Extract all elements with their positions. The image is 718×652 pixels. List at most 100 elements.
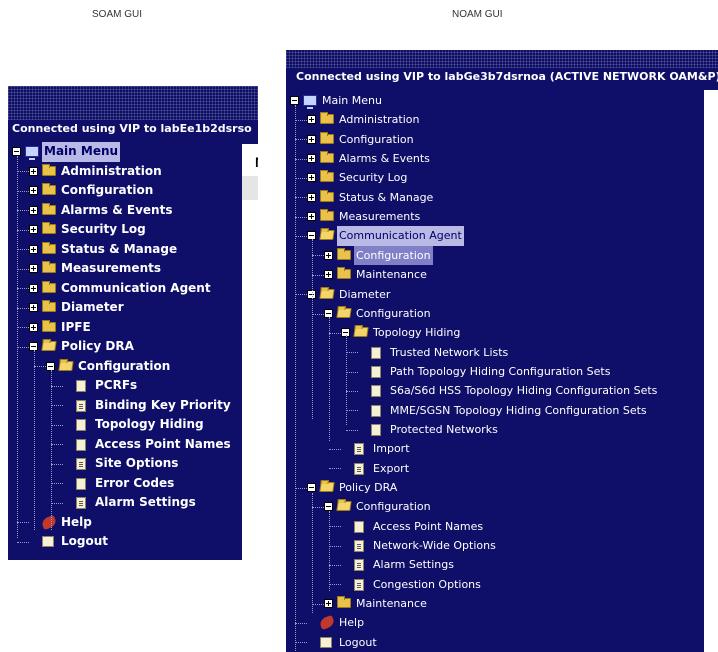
expand-icon[interactable] <box>29 166 38 176</box>
page-icon <box>371 423 381 436</box>
folder-icon <box>42 300 56 312</box>
soam-menu-label: Topology Hiding <box>95 417 204 431</box>
tree-connector <box>17 307 29 309</box>
page-icon <box>354 520 364 533</box>
tree-connector <box>295 236 307 238</box>
page-icon <box>371 385 381 398</box>
tree-connector <box>312 274 324 276</box>
folder-icon <box>42 280 56 293</box>
noam-menu-label: Configuration <box>354 245 433 266</box>
noam-menu-label: Logout <box>339 635 377 649</box>
noam-menu-label: Import <box>373 442 410 456</box>
tree-connector <box>329 468 341 470</box>
soam-menu-label: IPFE <box>61 319 91 334</box>
help-icon <box>318 615 336 631</box>
noam-menu-label: S6a/S6d HSS Topology Hiding Configuratio… <box>390 384 658 398</box>
tree-connector <box>295 178 307 180</box>
soam-menu-label: Administration <box>61 163 162 178</box>
tree-connector <box>312 255 324 257</box>
page-icon <box>76 477 86 490</box>
lined-page-icon <box>76 458 86 470</box>
tree-connector <box>51 483 63 485</box>
expand-icon[interactable] <box>307 154 316 164</box>
expand-icon[interactable] <box>307 173 316 183</box>
soam-content-pane: M <box>242 144 258 560</box>
noam-menu-label: Alarm Settings <box>373 558 454 572</box>
expand-icon[interactable] <box>307 212 316 222</box>
soam-menu-label: Status & Manage <box>61 241 178 256</box>
expand-icon[interactable] <box>29 205 38 215</box>
folder-icon <box>42 163 56 176</box>
expand-icon[interactable] <box>29 303 38 312</box>
page-icon <box>76 380 86 392</box>
logout-icon <box>42 536 54 547</box>
expand-icon[interactable] <box>324 270 333 280</box>
tree-connector <box>295 139 307 141</box>
expand-icon[interactable] <box>29 322 38 332</box>
tree-connector <box>329 332 341 334</box>
tree-connector <box>312 493 313 613</box>
collapse-icon[interactable] <box>324 502 333 512</box>
folder-icon <box>320 151 334 164</box>
page-icon <box>76 438 86 451</box>
tree-connector <box>51 370 52 530</box>
tree-connector <box>34 366 46 368</box>
expand-icon[interactable] <box>324 250 333 260</box>
tree-connector <box>51 463 63 465</box>
tree-connector <box>17 156 18 538</box>
tree-connector <box>346 335 347 425</box>
tree-connector <box>17 171 29 173</box>
soam-menu-label: Configuration <box>78 358 171 373</box>
page-icon <box>371 346 381 359</box>
collapse-icon[interactable] <box>12 147 21 156</box>
tree-connector <box>17 288 29 290</box>
page-icon <box>371 365 381 378</box>
noam-menu-label: Congestion Options <box>373 577 481 591</box>
collapse-icon[interactable] <box>307 483 316 492</box>
tree-connector <box>346 352 358 354</box>
folder-icon <box>320 131 334 144</box>
noam-menu-label: Topology Hiding <box>373 326 461 340</box>
noam-menu-label: MME/SGSN Topology Hiding Configuration S… <box>390 403 647 417</box>
folder-icon <box>42 241 56 254</box>
folder-icon <box>337 596 351 609</box>
expand-icon[interactable] <box>307 115 316 125</box>
tree-connector <box>295 623 307 625</box>
page-icon <box>371 404 381 417</box>
tree-connector <box>17 268 29 270</box>
tree-connector <box>295 197 307 199</box>
tree-connector <box>329 511 330 591</box>
noam-menu-label: Measurements <box>339 210 421 224</box>
tree-connector <box>295 120 307 122</box>
expand-icon[interactable] <box>29 225 38 234</box>
soam-connection-banner: Connected using VIP to labEe1b2dsrso <box>8 122 258 138</box>
soam-menu-label: Error Codes <box>95 475 175 490</box>
noam-caption: NOAM GUI <box>452 9 503 20</box>
expand-icon[interactable] <box>307 192 316 202</box>
folder-icon <box>42 202 56 215</box>
lined-page-icon <box>354 578 364 591</box>
tree-connector <box>17 522 29 524</box>
folder-icon <box>337 267 351 280</box>
expand-icon[interactable] <box>307 134 316 144</box>
noam-menu-label: Diameter <box>339 287 391 301</box>
expand-icon[interactable] <box>29 283 38 293</box>
expand-icon[interactable] <box>29 244 38 254</box>
tree-connector <box>329 526 341 528</box>
tree-connector <box>346 429 358 431</box>
noam-menu-label: Status & Manage <box>339 190 434 204</box>
noam-connection-banner: Connected using VIP to labGe3b7dsrnoa (A… <box>286 70 718 86</box>
soam-menu-label: Help <box>61 514 92 529</box>
open-folder-icon <box>319 482 335 492</box>
soam-menu-label: Measurements <box>61 261 161 275</box>
expand-icon[interactable] <box>29 186 38 195</box>
tree-connector <box>34 350 35 530</box>
expand-icon[interactable] <box>29 264 38 273</box>
collapse-icon[interactable] <box>290 96 299 105</box>
tree-connector <box>312 313 324 315</box>
folder-icon <box>42 222 56 234</box>
noam-menu-label: Administration <box>339 113 420 127</box>
tree-connector <box>346 410 358 412</box>
expand-icon[interactable] <box>324 599 333 609</box>
noam-menu-label: Communication Agent <box>337 226 464 246</box>
